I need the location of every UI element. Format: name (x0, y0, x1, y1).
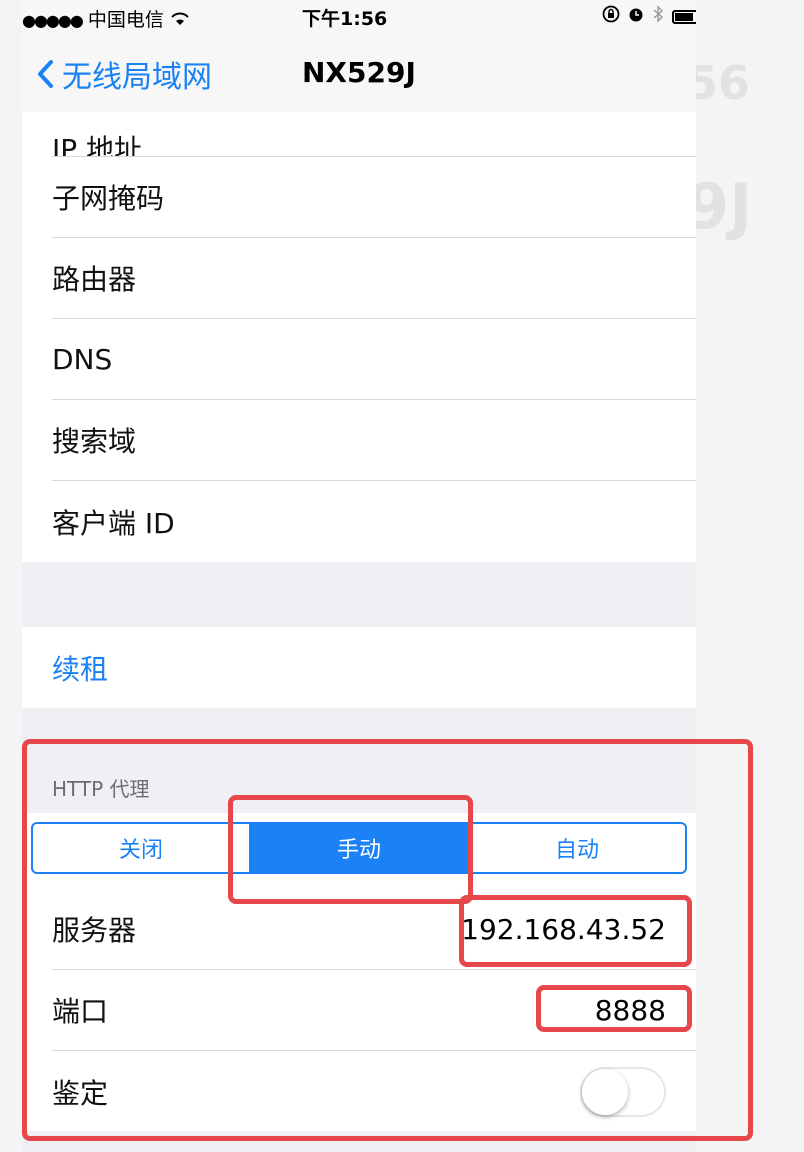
alarm-icon (628, 5, 644, 28)
search-domain-label: 搜索域 (52, 425, 137, 458)
back-button[interactable]: 无线局域网 (36, 52, 212, 96)
dns-row[interactable]: DNS (52, 319, 696, 400)
ip-address-label: IP 地址 (52, 133, 143, 157)
router-label: 路由器 (52, 263, 137, 296)
phone-screen: ●●●●● 中国电信 下午1:56 无线局域网 NX529J IP 地址 子网掩… (22, 0, 696, 1152)
proxy-mode-manual[interactable]: 手动 (251, 824, 469, 872)
proxy-auth-row: 鉴定 (52, 1051, 696, 1132)
proxy-auth-toggle[interactable] (580, 1066, 666, 1117)
proxy-mode-off[interactable]: 关闭 (33, 824, 251, 872)
client-id-label: 客户端 ID (52, 506, 175, 540)
renew-group: 续租 (22, 627, 696, 708)
client-id-row[interactable]: 客户端 ID (52, 481, 696, 562)
proxy-port-label: 端口 (52, 995, 109, 1028)
carrier-name: 中国电信 (87, 9, 164, 31)
ip-address-row[interactable]: IP 地址 (52, 112, 696, 157)
back-button-label: 无线局域网 (62, 60, 212, 95)
chevron-left-icon (38, 60, 53, 88)
proxy-mode-segmented-control[interactable]: 关闭 手动 自动 (31, 822, 687, 874)
router-row[interactable]: 路由器 (52, 238, 696, 319)
status-right (602, 5, 696, 28)
http-proxy-group: 关闭 手动 自动 服务器 192.168.43.52 端口 8888 鉴定 (22, 813, 696, 1131)
toggle-knob (582, 1068, 628, 1115)
proxy-mode-auto[interactable]: 自动 (469, 824, 685, 872)
page-title: NX529J (302, 56, 416, 89)
subnet-mask-row[interactable]: 子网掩码 (52, 157, 696, 238)
proxy-server-row: 服务器 192.168.43.52 (52, 889, 696, 970)
http-proxy-section-label: HTTP 代理 (52, 777, 150, 801)
renew-lease-button[interactable]: 续租 (52, 627, 696, 708)
search-domain-row[interactable]: 搜索域 (52, 400, 696, 481)
status-bar: ●●●●● 中国电信 下午1:56 (22, 0, 696, 34)
proxy-port-field[interactable]: 8888 (595, 994, 666, 1027)
proxy-auth-label: 鉴定 (52, 1076, 109, 1110)
subnet-mask-label: 子网掩码 (52, 182, 165, 215)
proxy-rows: 服务器 192.168.43.52 端口 8888 鉴定 (22, 889, 696, 1132)
bluetooth-icon (652, 5, 664, 28)
renew-lease-label: 续租 (52, 652, 109, 686)
signal-strength-icon: ●●●●● (22, 11, 84, 30)
orientation-lock-icon (602, 5, 620, 28)
battery-icon (672, 9, 696, 24)
proxy-server-field[interactable]: 192.168.43.52 (461, 913, 666, 946)
wifi-icon (170, 9, 190, 31)
status-time: 下午1:56 (302, 8, 388, 30)
status-left: ●●●●● 中国电信 (22, 5, 190, 32)
navigation-bar: 无线局域网 NX529J (22, 34, 696, 113)
dns-label: DNS (52, 342, 113, 376)
proxy-port-row: 端口 8888 (52, 970, 696, 1051)
ip-info-group: IP 地址 子网掩码 路由器 DNS 搜索域 客户端 ID (22, 112, 696, 562)
proxy-server-label: 服务器 (52, 914, 137, 947)
